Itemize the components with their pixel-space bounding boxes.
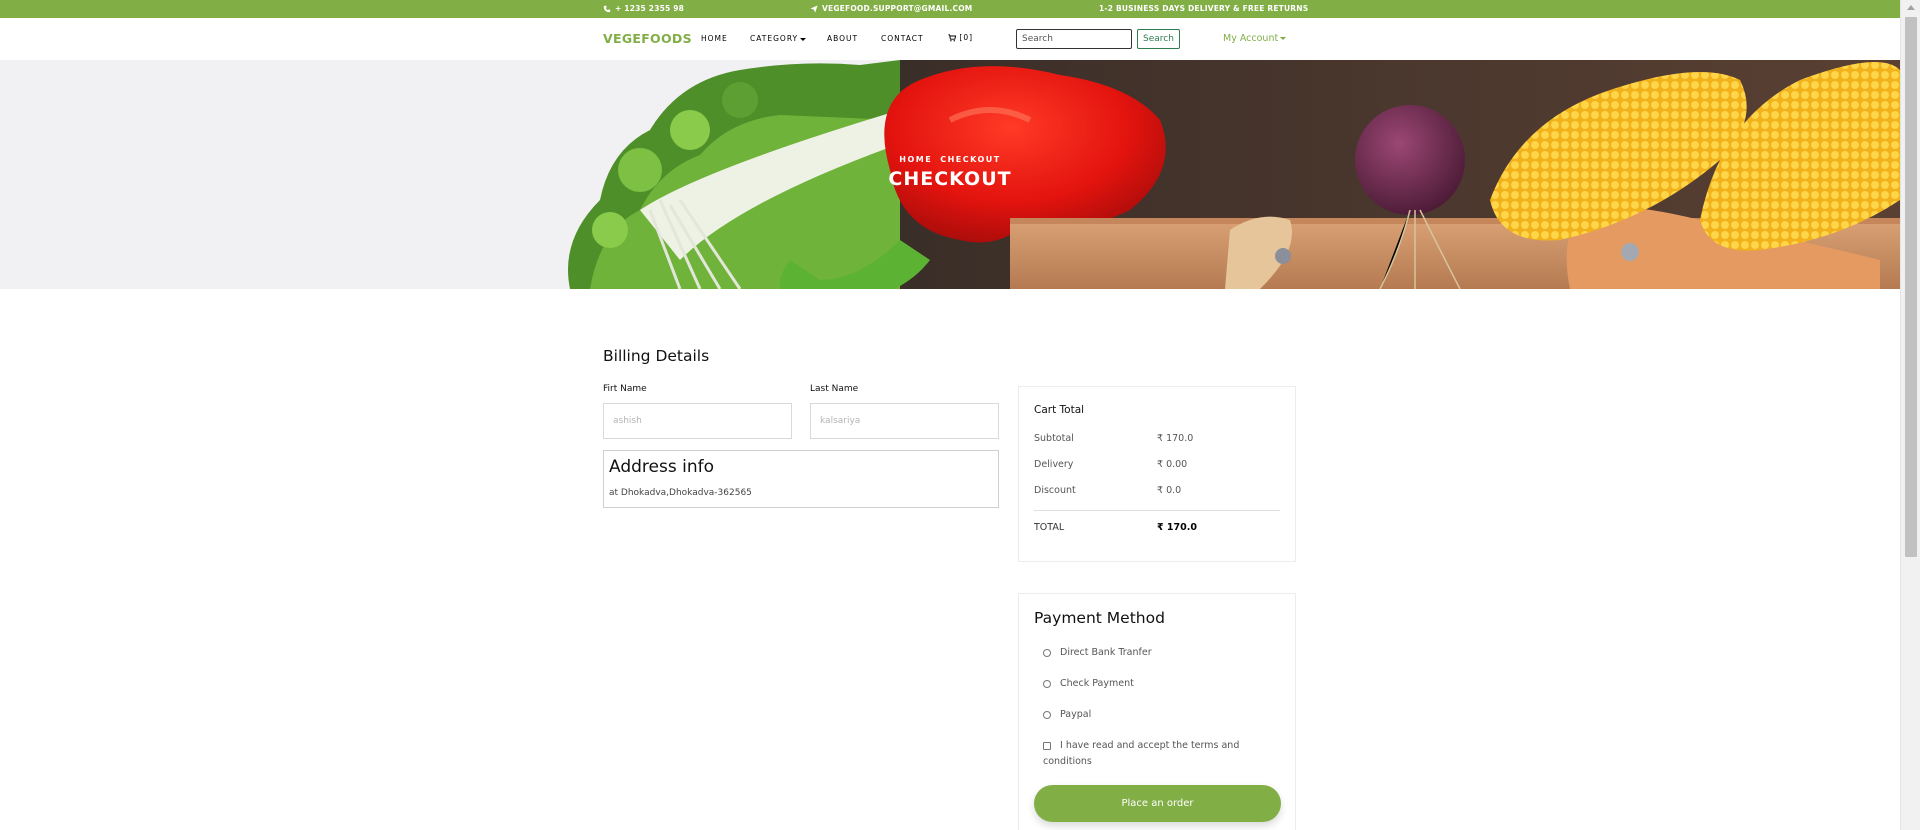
nav-category[interactable]: CATEGORY [750, 34, 807, 43]
first-name-label: Firt Name [603, 384, 647, 394]
chevron-down-icon [800, 37, 807, 41]
billing-title: Billing Details [603, 347, 710, 365]
radio-bank-transfer[interactable] [1043, 649, 1051, 657]
payment-method-title: Payment Method [1034, 609, 1165, 627]
email-info: VEGEFOOD.SUPPORT@GMAIL.COM [810, 0, 972, 18]
place-order-button[interactable]: Place an order [1034, 785, 1281, 822]
paypal-label[interactable]: Paypal [1060, 709, 1091, 720]
bank-transfer-label[interactable]: Direct Bank Tranfer [1060, 647, 1152, 658]
address-text: at Dhokadva,Dhokadva-362565 [609, 488, 752, 498]
address-info-box: Address info at Dhokadva,Dhokadva-362565 [603, 450, 999, 508]
discount-label: Discount [1034, 485, 1076, 496]
page-scrollbar[interactable] [1900, 0, 1920, 830]
hero-banner: HOME CHECKOUT CHECKOUT [0, 60, 1900, 289]
top-info-bar: + 1235 2355 98 VEGEFOOD.SUPPORT@GMAIL.CO… [0, 0, 1900, 18]
my-account-dropdown[interactable]: My Account [1223, 33, 1287, 44]
phone-icon [603, 5, 611, 13]
nav-contact[interactable]: CONTACT [881, 34, 924, 43]
my-account-label: My Account [1223, 33, 1279, 44]
radio-paypal[interactable] [1043, 711, 1051, 719]
first-name-field[interactable]: ashish [603, 403, 792, 439]
nav-home[interactable]: HOME [701, 34, 728, 43]
chevron-down-icon [1280, 37, 1287, 40]
radio-check-payment[interactable] [1043, 680, 1051, 688]
search-button[interactable]: Search [1137, 29, 1180, 49]
phone-number: + 1235 2355 98 [615, 4, 685, 13]
breadcrumb-checkout: CHECKOUT [940, 155, 1001, 164]
cart-count: [0] [959, 33, 974, 42]
scroll-thumb[interactable] [1905, 17, 1917, 557]
promo-text: 1-2 BUSINESS DAYS DELIVERY & FREE RETURN… [1099, 4, 1309, 13]
cart-divider [1034, 510, 1280, 511]
brand-logo[interactable]: VEGEFOODS [603, 31, 692, 46]
phone-info: + 1235 2355 98 [603, 0, 684, 18]
scroll-up-icon[interactable] [1907, 5, 1915, 10]
breadcrumb-home[interactable]: HOME [899, 155, 932, 164]
nav-about[interactable]: ABOUT [827, 34, 858, 43]
main-navbar: VEGEFOODS HOME CATEGORY ABOUT CONTACT [0… [0, 18, 1900, 60]
delivery-value: ₹ 0.00 [1157, 459, 1188, 470]
payment-method-card: Payment Method Direct Bank Tranfer Check… [1018, 593, 1296, 830]
total-value: ₹ 170.0 [1157, 522, 1197, 533]
total-label: TOTAL [1034, 522, 1065, 533]
last-name-label: Last Name [810, 384, 859, 394]
cart-total-title: Cart Total [1034, 404, 1085, 416]
cart-total-card: Cart Total Subtotal ₹ 170.0 Delivery ₹ 0… [1018, 386, 1296, 562]
check-payment-label[interactable]: Check Payment [1060, 678, 1134, 689]
paper-plane-icon [810, 5, 818, 13]
subtotal-value: ₹ 170.0 [1157, 433, 1194, 444]
cart-icon [948, 34, 957, 42]
address-info-title: Address info [609, 457, 714, 477]
search-input[interactable] [1016, 29, 1132, 49]
terms-label[interactable]: I have read and accept the terms and con… [1043, 738, 1273, 770]
nav-cart[interactable]: [0] [948, 33, 973, 42]
page-title: CHECKOUT [888, 168, 1012, 190]
breadcrumb: HOME CHECKOUT [0, 155, 1900, 164]
subtotal-label: Subtotal [1034, 433, 1074, 444]
discount-value: ₹ 0.0 [1157, 485, 1182, 496]
support-email: VEGEFOOD.SUPPORT@GMAIL.COM [822, 4, 973, 13]
delivery-promo: 1-2 BUSINESS DAYS DELIVERY & FREE RETURN… [1099, 0, 1308, 18]
last-name-field[interactable]: kalsariya [810, 403, 999, 439]
delivery-label: Delivery [1034, 459, 1074, 470]
nav-category-label: CATEGORY [750, 34, 799, 43]
